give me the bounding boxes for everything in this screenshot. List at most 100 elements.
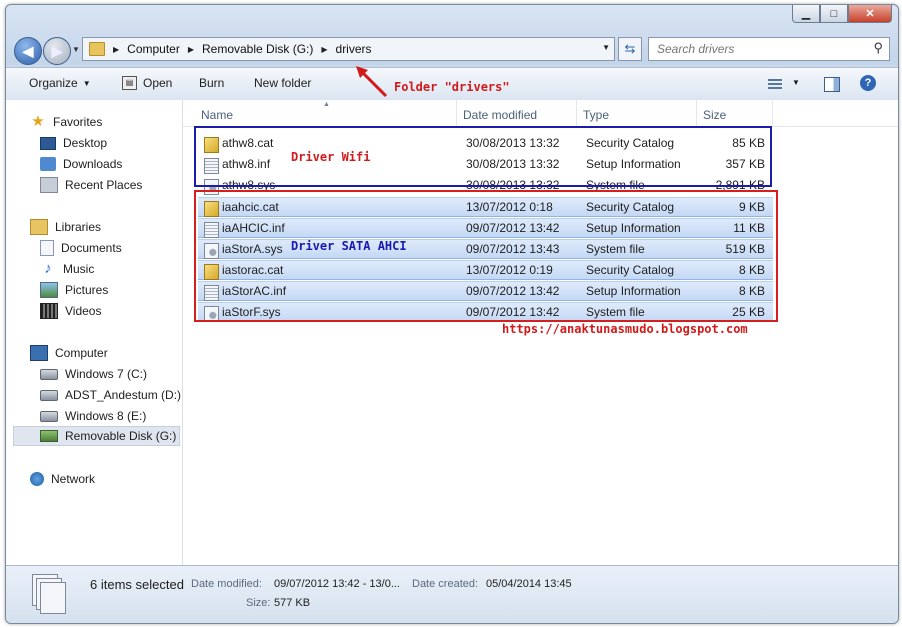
navigation-pane: ★ Favorites Desktop Downloads Recent Plac… [6,100,183,565]
documents-icon [40,240,54,256]
address-dropdown-icon[interactable]: ▼ [602,43,610,52]
breadcrumb-removable-disk[interactable]: Removable Disk (G:) [202,42,313,56]
breadcrumb: ▶ Computer ▶ Removable Disk (G:) ▶ drive… [113,42,372,56]
usb-drive-icon [40,430,58,442]
column-size[interactable]: Size [697,100,773,126]
column-name[interactable]: Name [195,100,457,126]
maximize-button[interactable]: □ [820,5,848,23]
nav-label: Music [63,262,95,276]
wifi-driver-highlight-box [194,126,772,187]
minimize-button[interactable]: ▁ [792,5,820,23]
nav-label: Recent Places [65,178,143,192]
breadcrumb-chevron-icon: ▶ [113,44,120,54]
watermark-url: https://anaktunasmudo.blogspot.com [502,322,748,336]
change-view-icon[interactable] [768,79,782,91]
recent-pages-dropdown[interactable]: ▼ [72,45,80,54]
nav-libraries[interactable]: Libraries [30,217,101,237]
nav-label: Documents [61,241,122,255]
nav-videos[interactable]: Videos [40,301,101,321]
star-icon: ★ [31,113,45,130]
refresh-icon: ⇆ [624,41,636,56]
nav-adst-drive[interactable]: ADST_Andestum (D:) [40,385,181,405]
sata-driver-annotation: Driver SATA AHCI [291,239,407,253]
new-folder-label: New folder [254,76,312,90]
nav-label: Libraries [55,220,102,234]
preview-pane-icon[interactable] [824,77,840,92]
drive-icon [40,368,58,380]
back-button[interactable]: ◀ [14,37,42,65]
date-modified-label: Date modified: [191,578,262,590]
details-pane: 6 items selected Date modified: 09/07/20… [6,565,898,623]
drive-icon [40,389,58,401]
size-label: Size: [246,597,271,609]
nav-pictures[interactable]: Pictures [40,280,108,300]
title-bar: ▁ □ ✕ ◀ ▶ ▼ ▶ Computer ▶ Removable Disk … [6,5,898,65]
nav-windows-7-drive[interactable]: Windows 7 (C:) [40,364,147,384]
nav-music[interactable]: ♪ Music [40,259,94,279]
date-modified-value: 09/07/2012 13:42 - 13/0... [274,578,400,590]
nav-windows-8-drive[interactable]: Windows 8 (E:) [40,406,146,426]
nav-label: Favorites [53,115,103,129]
organize-label: Organize [29,76,78,90]
burn-label: Burn [199,76,225,90]
nav-label: Windows 7 (C:) [65,367,148,381]
desktop-icon [40,136,56,150]
nav-desktop[interactable]: Desktop [40,133,107,153]
date-created-value: 05/04/2014 13:45 [486,578,572,590]
search-input[interactable] [655,41,859,57]
selection-count: 6 items selected [90,577,184,592]
pictures-icon [40,282,58,298]
drive-icon [40,410,58,422]
nav-removable-disk[interactable]: Removable Disk (G:) [13,426,180,446]
help-icon[interactable]: ? [860,75,876,91]
open-label: Open [143,76,173,90]
nav-label: Downloads [63,157,123,171]
view-options-dropdown-icon[interactable]: ▼ [792,78,800,87]
videos-icon [40,303,58,319]
new-folder-button[interactable]: New folder [254,76,311,90]
forward-arrow-icon: ▶ [51,42,63,59]
column-date-modified[interactable]: Date modified [457,100,577,126]
breadcrumb-chevron-icon: ▶ [187,44,194,54]
caption-buttons: ▁ □ ✕ [792,5,892,23]
breadcrumb-drivers[interactable]: drivers [336,42,372,56]
forward-button[interactable]: ▶ [43,37,71,65]
nav-network[interactable]: Network [30,469,95,489]
annotation-arrow-icon [356,66,388,98]
nav-label: Computer [55,346,108,360]
search-icon[interactable]: ⚲ [873,40,883,56]
nav-documents[interactable]: Documents [40,238,122,258]
folder-annotation: Folder "drivers" [394,80,510,94]
downloads-icon [40,157,56,171]
nav-label: Desktop [63,136,108,150]
libraries-icon [30,219,48,235]
search-box[interactable]: ⚲ [648,37,890,61]
close-button[interactable]: ✕ [848,5,892,23]
organize-menu[interactable]: Organize ▼ [29,76,91,90]
nav-downloads[interactable]: Downloads [40,154,122,174]
nav-favorites[interactable]: ★ Favorites [30,112,102,132]
open-button[interactable]: ▤ Open [122,76,172,90]
refresh-button[interactable]: ⇆ [618,37,642,61]
open-icon: ▤ [122,76,137,90]
breadcrumb-chevron-icon: ▶ [321,44,328,54]
burn-button[interactable]: Burn [199,76,224,90]
chevron-down-icon: ▼ [82,78,91,88]
nav-label: Network [51,472,96,486]
column-type[interactable]: Type [577,100,697,126]
computer-icon [30,345,48,361]
nav-label: Windows 8 (E:) [65,409,147,423]
size-value: 577 KB [274,597,311,609]
address-bar[interactable]: ▶ Computer ▶ Removable Disk (G:) ▶ drive… [82,37,615,61]
multiple-files-icon [32,574,66,614]
music-icon: ♪ [44,260,52,277]
column-header: ▲ Name Date modified Type Size [183,100,898,127]
nav-computer[interactable]: Computer [30,343,108,363]
date-created-label: Date created: [412,578,479,590]
nav-label: Videos [65,304,102,318]
sata-driver-highlight-box [194,190,778,322]
nav-recent-places[interactable]: Recent Places [40,175,142,195]
nav-label: Pictures [65,283,109,297]
breadcrumb-computer[interactable]: Computer [127,42,180,56]
recent-places-icon [40,177,58,193]
